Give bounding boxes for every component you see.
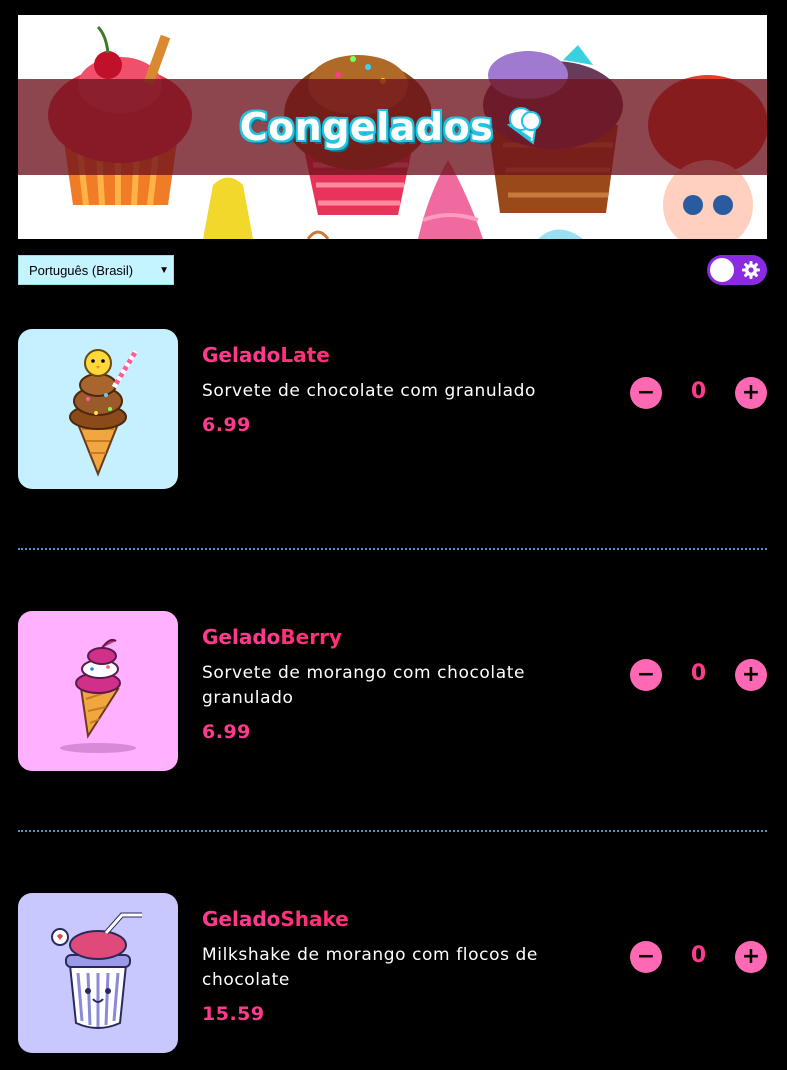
- toggle-knob: [710, 258, 734, 282]
- product-name: GeladoShake: [202, 907, 349, 931]
- product-card: GeladoBerry Sorvete de morango com choco…: [18, 611, 767, 771]
- quantity-value: 0: [690, 379, 707, 404]
- product-description: Milkshake de morango com flocos de choco…: [202, 945, 538, 990]
- product-description: Sorvete de chocolate com granulado: [202, 381, 537, 401]
- banner-title-wrap: Congelados: [18, 79, 767, 175]
- product-image: [18, 611, 178, 771]
- theme-toggle[interactable]: [707, 255, 767, 285]
- product-info: GeladoBerry Sorvete de morango com choco…: [202, 625, 562, 743]
- product-name: GeladoLate: [202, 343, 330, 367]
- quantity-stepper: − 0 +: [630, 659, 767, 691]
- product-price: 6.99: [202, 414, 251, 436]
- product-image: [18, 893, 178, 1053]
- divider: [18, 548, 767, 550]
- quantity-stepper: − 0 +: [630, 941, 767, 973]
- quantity-stepper: − 0 +: [630, 377, 767, 409]
- product-image: [18, 329, 178, 489]
- product-card: GeladoLate Sorvete de chocolate com gran…: [18, 329, 767, 489]
- quantity-value: 0: [690, 943, 707, 968]
- product-description: Sorvete de morango com chocolate granula…: [202, 663, 526, 708]
- decrease-button[interactable]: −: [630, 377, 662, 409]
- divider: [18, 830, 767, 832]
- chevron-down-icon: ▼: [159, 264, 169, 276]
- product-info: GeladoLate Sorvete de chocolate com gran…: [202, 343, 562, 436]
- hero-banner: Congelados: [18, 15, 767, 239]
- product-price: 15.59: [202, 1003, 265, 1025]
- quantity-value: 0: [690, 661, 707, 686]
- product-card: GeladoShake Milkshake de morango com flo…: [18, 893, 767, 1053]
- increase-button[interactable]: +: [735, 377, 767, 409]
- ice-cream-icon: [507, 107, 542, 145]
- product-name: GeladoBerry: [202, 625, 342, 649]
- product-info: GeladoShake Milkshake de morango com flo…: [202, 907, 562, 1025]
- increase-button[interactable]: +: [735, 941, 767, 973]
- language-select[interactable]: Português (Brasil) ▼: [18, 255, 174, 285]
- gear-icon: [742, 261, 760, 279]
- product-price: 6.99: [202, 721, 251, 743]
- page-title: Congelados: [239, 105, 494, 149]
- language-select-value: Português (Brasil): [29, 262, 134, 278]
- decrease-button[interactable]: −: [630, 941, 662, 973]
- increase-button[interactable]: +: [735, 659, 767, 691]
- decrease-button[interactable]: −: [630, 659, 662, 691]
